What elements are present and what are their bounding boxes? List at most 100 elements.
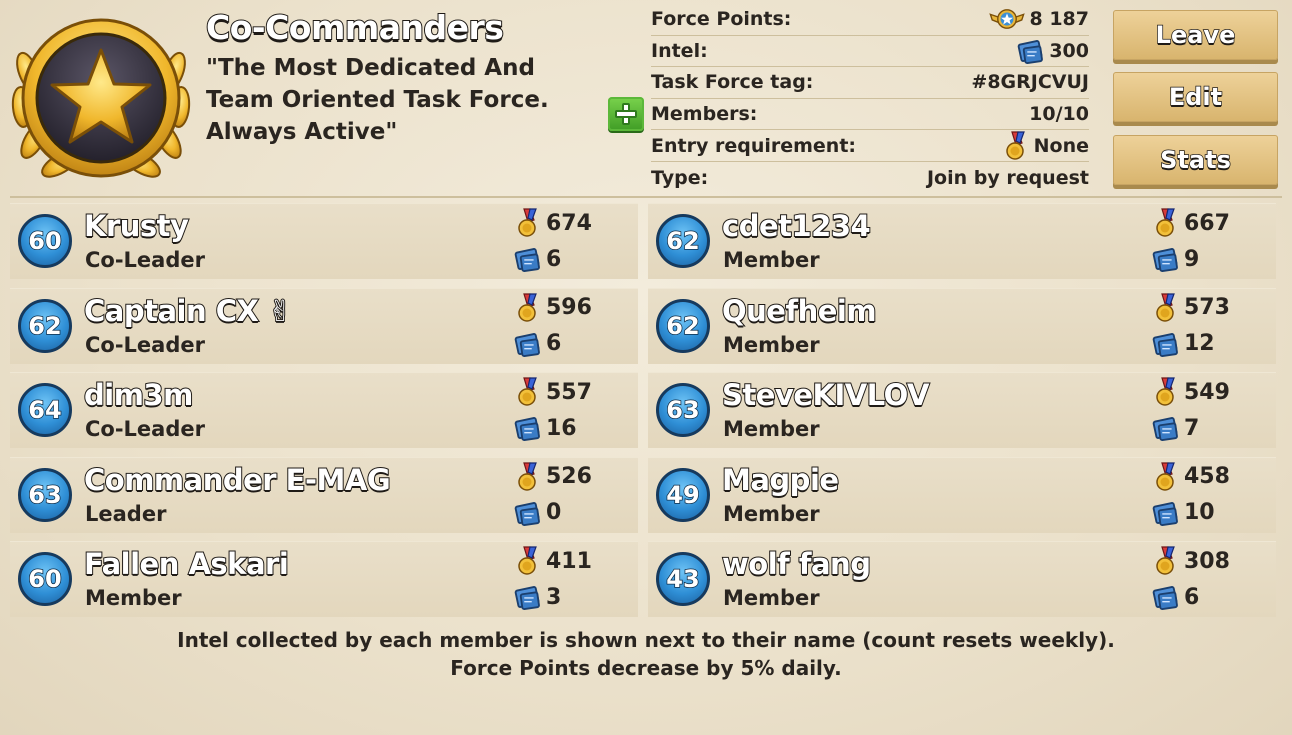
member-card[interactable]: 62 cdet1234 Member 667 9 bbox=[648, 203, 1276, 279]
member-intel: 9 bbox=[1152, 244, 1199, 274]
task-force-emblem bbox=[11, 18, 191, 178]
info-value: 8 187 bbox=[1029, 8, 1090, 31]
intel-icon bbox=[1152, 332, 1178, 357]
member-card[interactable]: 62 Captain CX ✌ Co-Leader 596 6 bbox=[10, 287, 638, 364]
level-badge: 63 bbox=[18, 467, 72, 522]
member-medals: 557 bbox=[514, 377, 592, 407]
intel-icon bbox=[514, 248, 540, 272]
member-intel: 12 bbox=[1152, 329, 1215, 359]
medal-count: 596 bbox=[546, 295, 592, 320]
medal-icon bbox=[518, 292, 537, 322]
member-name: Fallen Askari bbox=[83, 546, 290, 582]
level-badge: 64 bbox=[18, 383, 72, 437]
info-label: Intel: bbox=[651, 39, 708, 62]
member-card[interactable]: 63 SteveKIVLOV Member 549 7 bbox=[648, 372, 1276, 448]
intel-icon bbox=[514, 586, 540, 610]
stats-button[interactable]: Stats bbox=[1113, 135, 1278, 185]
member-card[interactable]: 43 wolf fang Member 308 6 bbox=[648, 541, 1276, 617]
member-intel: 10 bbox=[1152, 498, 1215, 528]
member-card[interactable]: 62 Quefheim Member 573 12 bbox=[648, 287, 1276, 364]
member-name: cdet1234 bbox=[721, 208, 872, 244]
info-value: None bbox=[1033, 134, 1089, 157]
member-role: Co-Leader bbox=[85, 332, 205, 357]
member-medals: 526 bbox=[514, 461, 592, 492]
member-intel: 16 bbox=[514, 413, 577, 443]
member-role: Member bbox=[723, 417, 820, 441]
edit-button[interactable]: Edit bbox=[1113, 72, 1278, 122]
member-name: Quefheim bbox=[721, 293, 878, 329]
info-label: Type: bbox=[651, 166, 709, 189]
member-card[interactable]: 63 Commander E-MAG Leader 526 0 bbox=[10, 456, 638, 533]
member-name: SteveKIVLOV bbox=[721, 377, 930, 413]
member-role: Member bbox=[723, 332, 820, 357]
member-intel: 0 bbox=[514, 498, 561, 528]
member-card[interactable]: 64 dim3m Co-Leader 557 16 bbox=[10, 372, 638, 448]
level-badge: 62 bbox=[656, 214, 710, 268]
header-divider bbox=[10, 196, 1282, 198]
member-name: Captain CX ✌ bbox=[83, 293, 293, 329]
medal-count: 526 bbox=[546, 464, 592, 489]
intel-count: 10 bbox=[1184, 500, 1215, 525]
info-row-type: Type: Join by request bbox=[651, 162, 1089, 194]
intel-icon bbox=[514, 332, 540, 357]
medal-count: 549 bbox=[1184, 379, 1230, 405]
medal-icon bbox=[1156, 208, 1175, 237]
medal-icon bbox=[518, 546, 537, 575]
medal-icon bbox=[1156, 461, 1175, 491]
info-value: 300 bbox=[1049, 39, 1089, 62]
force-points-icon bbox=[988, 9, 1025, 30]
medal-count: 308 bbox=[1184, 548, 1230, 574]
member-medals: 573 bbox=[1152, 292, 1230, 323]
footer-note: Intel collected by each member is shown … bbox=[0, 626, 1292, 682]
member-name: dim3m bbox=[83, 377, 194, 413]
intel-count: 6 bbox=[1184, 584, 1200, 610]
member-role: Member bbox=[723, 501, 820, 526]
medal-count: 667 bbox=[1184, 210, 1230, 236]
member-card[interactable]: 49 Magpie Member 458 10 bbox=[648, 456, 1276, 533]
info-row-entry-requirement: Entry requirement: None bbox=[651, 130, 1089, 162]
intel-icon bbox=[1018, 39, 1044, 64]
task-force-info-table: Force Points: 8 187 Intel: 300 Task Forc… bbox=[651, 4, 1089, 194]
intel-count: 0 bbox=[546, 500, 562, 525]
member-name: wolf fang bbox=[721, 546, 872, 582]
medal-count: 573 bbox=[1184, 295, 1230, 320]
intel-count: 12 bbox=[1184, 331, 1215, 356]
medal-icon bbox=[1156, 292, 1175, 322]
intel-count: 6 bbox=[546, 246, 562, 272]
member-role: Co-Leader bbox=[85, 248, 205, 272]
member-card[interactable]: 60 Fallen Askari Member 411 3 bbox=[10, 541, 638, 617]
info-label: Force Points: bbox=[651, 8, 792, 31]
member-medals: 596 bbox=[514, 292, 592, 323]
info-label: Task Force tag: bbox=[651, 71, 814, 94]
intel-icon bbox=[514, 501, 540, 526]
member-medals: 308 bbox=[1152, 546, 1230, 576]
member-card[interactable]: 60 Krusty Co-Leader 674 6 bbox=[10, 203, 638, 279]
member-intel: 6 bbox=[514, 329, 561, 359]
info-row-force-points: Force Points: 8 187 bbox=[651, 4, 1089, 36]
add-member-button[interactable] bbox=[608, 97, 644, 131]
level-badge: 49 bbox=[656, 467, 710, 522]
info-label: Entry requirement: bbox=[651, 134, 857, 157]
leave-button[interactable]: Leave bbox=[1113, 10, 1278, 60]
intel-count: 9 bbox=[1184, 246, 1200, 272]
info-row-intel: Intel: 300 bbox=[651, 36, 1089, 68]
medal-icon bbox=[1156, 377, 1175, 406]
intel-count: 3 bbox=[546, 584, 562, 610]
level-badge: 63 bbox=[656, 383, 710, 437]
intel-icon bbox=[1152, 248, 1178, 272]
member-name: Magpie bbox=[721, 462, 840, 498]
member-name: Krusty bbox=[83, 208, 190, 244]
info-row-members: Members: 10/10 bbox=[651, 99, 1089, 131]
info-value: 10/10 bbox=[1029, 103, 1089, 126]
medal-icon bbox=[1005, 131, 1025, 160]
intel-count: 7 bbox=[1184, 415, 1200, 441]
member-intel: 6 bbox=[1152, 582, 1199, 612]
member-medals: 549 bbox=[1152, 377, 1230, 407]
footer-intel-note: Intel collected by each member is shown … bbox=[177, 628, 1115, 652]
info-value: #8GRJCVUJ bbox=[971, 71, 1089, 94]
level-badge: 60 bbox=[18, 552, 72, 606]
intel-count: 16 bbox=[546, 415, 577, 441]
member-intel: 7 bbox=[1152, 413, 1199, 443]
member-intel: 6 bbox=[514, 244, 561, 274]
level-badge: 62 bbox=[656, 298, 710, 353]
